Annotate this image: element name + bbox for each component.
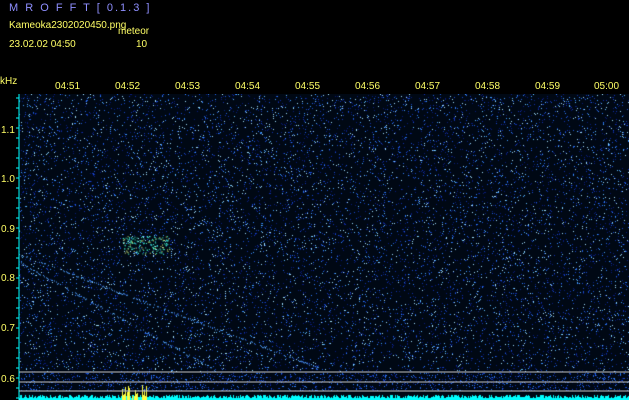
axis-ticks bbox=[16, 94, 629, 400]
